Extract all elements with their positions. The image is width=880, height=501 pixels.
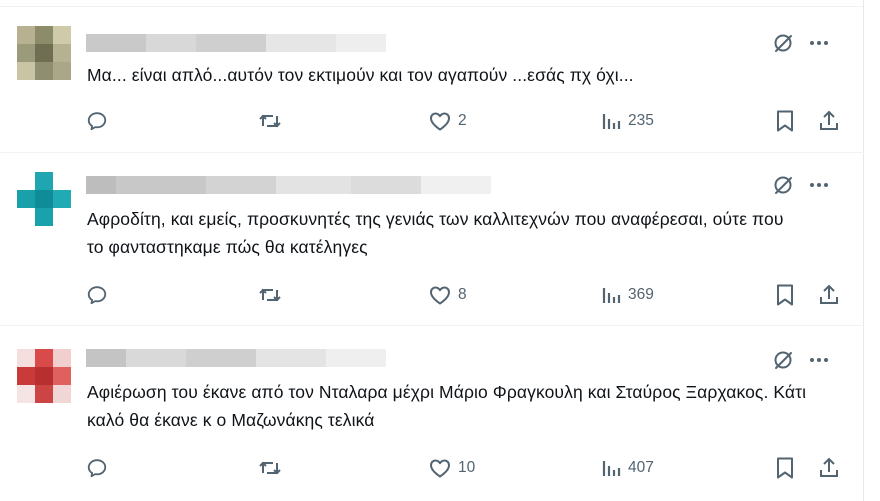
bookmark-button[interactable] [774, 280, 796, 310]
views-icon [602, 288, 621, 303]
like-count: 10 [458, 459, 476, 476]
avatar-pixel [35, 385, 53, 403]
repost-icon [259, 288, 281, 302]
avatar-pixel [35, 367, 53, 385]
reply-button[interactable] [86, 280, 108, 310]
repost-button[interactable] [258, 453, 282, 483]
action-bar: 10 407 [86, 453, 846, 483]
views-button[interactable]: 235 [600, 106, 654, 136]
share-icon [820, 457, 838, 477]
avatar-pixel [17, 349, 35, 367]
action-bar: 8 369 [86, 280, 846, 310]
like-button[interactable]: 2 [428, 106, 467, 136]
grok-icon[interactable] [772, 349, 794, 371]
avatar-pixel [35, 26, 53, 44]
avatar-pixel [35, 190, 53, 208]
avatar[interactable] [17, 172, 71, 226]
bookmark-icon [777, 110, 793, 132]
avatar-pixel [35, 44, 53, 62]
share-icon [820, 110, 838, 130]
heart-icon [430, 286, 450, 305]
avatar-pixel [17, 172, 35, 190]
like-button[interactable]: 8 [428, 280, 467, 310]
reply-icon [87, 459, 107, 478]
username-blurred[interactable] [86, 34, 386, 52]
heart-icon [430, 459, 450, 478]
avatar-pixel [17, 385, 35, 403]
avatar-pixel [53, 208, 71, 226]
reply-icon [87, 286, 107, 305]
avatar-pixel [53, 349, 71, 367]
repost-icon [259, 114, 281, 128]
reply-post-1[interactable]: Μα... είναι απλό...αυτόν τον εκτιμούν κα… [0, 6, 864, 153]
repost-icon [259, 461, 281, 475]
avatar-pixel [53, 367, 71, 385]
share-button[interactable] [817, 106, 841, 136]
views-button[interactable]: 369 [600, 280, 654, 310]
avatar-pixel [35, 349, 53, 367]
views-count: 407 [628, 459, 654, 476]
share-button[interactable] [817, 280, 841, 310]
bookmark-icon [777, 457, 793, 479]
bookmark-button[interactable] [774, 453, 796, 483]
repost-button[interactable] [258, 280, 282, 310]
avatar[interactable] [17, 349, 71, 403]
avatar-pixel [53, 44, 71, 62]
like-count: 2 [458, 112, 467, 129]
more-icon[interactable] [808, 174, 830, 196]
more-icon[interactable] [808, 349, 830, 371]
repost-button[interactable] [258, 106, 282, 136]
avatar-pixel [35, 208, 53, 226]
reply-text: Αφροδίτη, και εμείς, προσκυνητές της γεν… [87, 209, 784, 257]
avatar-pixel [53, 190, 71, 208]
avatar-pixel [17, 26, 35, 44]
more-icon[interactable] [808, 32, 830, 54]
views-icon [602, 114, 621, 129]
avatar-pixel [17, 44, 35, 62]
username-blurred[interactable] [86, 349, 386, 367]
reply-button[interactable] [86, 453, 108, 483]
bookmark-icon [777, 284, 793, 306]
avatar-pixel [17, 190, 35, 208]
share-icon [820, 284, 838, 304]
share-button[interactable] [817, 453, 841, 483]
like-count: 8 [458, 286, 467, 303]
views-count: 369 [628, 286, 654, 303]
avatar-pixel [53, 385, 71, 403]
reply-icon [87, 112, 107, 131]
avatar-pixel [35, 62, 53, 80]
avatar-pixel [17, 208, 35, 226]
views-button[interactable]: 407 [600, 453, 654, 483]
username-blurred[interactable] [86, 176, 491, 194]
reply-text: Αφιέρωση του έκανε από τον Νταλαρα μέχρι… [87, 382, 807, 430]
grok-icon[interactable] [772, 174, 794, 196]
like-button[interactable]: 10 [428, 453, 475, 483]
avatar-pixel [53, 62, 71, 80]
grok-icon[interactable] [772, 32, 794, 54]
avatar-pixel [17, 367, 35, 385]
reply-text: Μα... είναι απλό...αυτόν τον εκτιμούν κα… [87, 65, 634, 85]
reply-post-2[interactable]: Αφροδίτη, και εμείς, προσκυνητές της γεν… [0, 152, 864, 326]
heart-icon [430, 112, 450, 131]
avatar-pixel [17, 62, 35, 80]
views-count: 235 [628, 112, 654, 129]
avatar-pixel [53, 26, 71, 44]
avatar-pixel [53, 172, 71, 190]
avatar[interactable] [17, 26, 71, 80]
views-icon [602, 461, 621, 476]
bookmark-button[interactable] [774, 106, 796, 136]
reply-button[interactable] [86, 106, 108, 136]
action-bar: 2 235 [86, 106, 846, 136]
reply-post-3[interactable]: Αφιέρωση του έκανε από τον Νταλαρα μέχρι… [0, 325, 864, 501]
avatar-pixel [35, 172, 53, 190]
